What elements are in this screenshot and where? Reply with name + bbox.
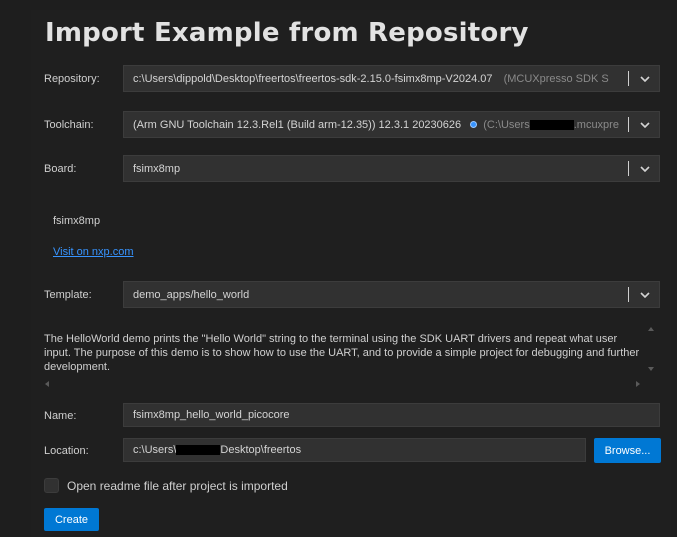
info-dot-icon (470, 121, 478, 129)
location-input[interactable]: c:\Users\ Desktop\freertos (123, 438, 586, 462)
template-select[interactable]: demo_apps/hello_world (123, 281, 660, 308)
project-name-input[interactable]: fsimx8mp_hello_world_picocore (123, 403, 660, 427)
location-prefix: c:\Users\ (133, 444, 177, 456)
toolchain-select[interactable]: (Arm GNU Toolchain 12.3.Rel1 (Build arm-… (123, 111, 660, 138)
page-title: Import Example from Repository (45, 18, 529, 48)
dropdown-separator (628, 117, 629, 132)
chevron-down-icon[interactable] (631, 75, 659, 82)
template-label: Template: (44, 289, 92, 301)
scroll-up-icon[interactable] (648, 327, 654, 331)
scroll-right-icon[interactable] (636, 381, 640, 387)
redacted-block (529, 119, 574, 130)
template-description: The HelloWorld demo prints the "Hello Wo… (44, 333, 640, 373)
toolchain-value: (Arm GNU Toolchain 12.3.Rel1 (Build arm-… (133, 118, 462, 131)
repository-select[interactable]: c:\Users\dippold\Desktop\freertos\freert… (123, 65, 660, 92)
chevron-down-icon[interactable] (631, 291, 659, 298)
board-select[interactable]: fsimx8mp (123, 155, 660, 182)
board-value: fsimx8mp (133, 162, 181, 175)
create-button[interactable]: Create (44, 508, 99, 531)
toolchain-path-suffix: .mcuxpre (573, 118, 619, 131)
location-suffix: Desktop\freertos (220, 444, 302, 456)
template-value: demo_apps/hello_world (133, 288, 250, 301)
visit-nxp-link[interactable]: Visit on nxp.com (53, 246, 134, 258)
board-name: fsimx8mp (53, 215, 101, 227)
open-readme-checkbox[interactable] (44, 478, 59, 493)
redacted-block (176, 445, 221, 455)
repository-hint: (MCUXpresso SDK S (503, 72, 609, 85)
board-label: Board: (44, 163, 77, 175)
browse-button[interactable]: Browse... (594, 438, 661, 463)
chevron-down-icon[interactable] (631, 121, 659, 128)
chevron-down-icon[interactable] (631, 165, 659, 172)
scroll-left-icon[interactable] (45, 381, 49, 387)
dropdown-separator (628, 161, 629, 176)
location-label: Location: (44, 445, 89, 457)
toolchain-path-prefix: (C:\Users (483, 118, 530, 131)
dropdown-separator (628, 71, 629, 86)
repository-value: c:\Users\dippold\Desktop\freertos\freert… (133, 72, 493, 85)
repository-label: Repository: (44, 73, 100, 85)
name-label: Name: (44, 410, 77, 422)
toolchain-label: Toolchain: (44, 119, 94, 131)
scroll-down-icon[interactable] (648, 367, 654, 371)
dropdown-separator (628, 287, 629, 302)
open-readme-label: Open readme file after project is import… (67, 479, 288, 493)
